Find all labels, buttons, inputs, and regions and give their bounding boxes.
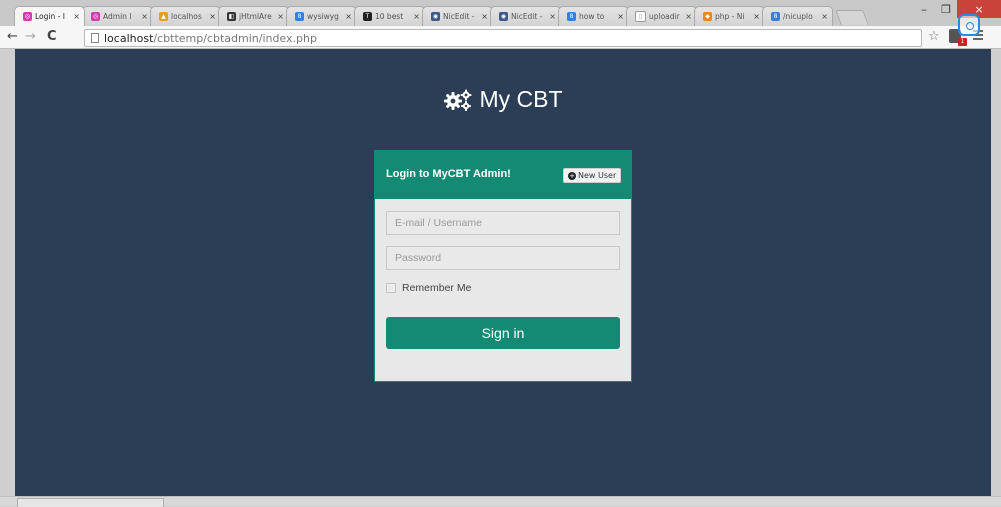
status-bar-segment [17,498,164,507]
tab-close-icon[interactable]: × [821,12,828,21]
tab-title: Login - I [35,12,65,21]
minimize-button[interactable]: – [913,0,935,18]
tab-close-icon[interactable]: × [617,12,624,21]
screenshot-tool-icon[interactable] [958,14,980,36]
tab-favicon-icon: 8 [567,12,576,21]
plus-circle-icon: + [568,171,576,180]
window-controls: – ❐ × [913,0,1001,20]
browser-tab[interactable]: 8 wysiwyg × [286,6,357,26]
tab-favicon-icon: 8 [295,12,304,21]
email-username-input[interactable] [386,211,620,235]
tab-title: localhos [171,12,202,21]
tab-title: 10 best [375,12,404,21]
url-path: /cbttemp/cbtadmin/index.php [153,31,317,45]
tab-title: /nicuplo [783,12,813,21]
tab-close-icon[interactable]: × [277,12,284,21]
browser-titlebar: ◎ Login - I × ◎ Admin I × ▲ localhos × ◧ jHtmlAre ×… [0,0,1001,26]
remember-me-label: Remember Me [402,282,472,294]
new-user-label: New User [578,171,617,180]
page-icon [91,33,99,43]
tab-strip: ◎ Login - I × ◎ Admin I × ▲ localhos × ◧ jHtmlAre ×… [14,6,869,26]
reload-button[interactable]: C [47,29,57,45]
remember-me[interactable]: Remember Me [386,282,471,294]
url-host: localhost [104,31,154,45]
restore-button[interactable]: ❐ [935,0,957,18]
tab-favicon-icon: ◉ [499,12,508,21]
tab-title: NicEdit - [443,12,475,21]
tab-title: jHtmlAre [239,12,272,21]
bookmark-star-icon[interactable]: ☆ [928,29,940,44]
login-title: Login to MyCBT Admin! [386,168,511,180]
window-frame-right [991,49,1001,496]
login-panel-header: Login to MyCBT Admin! + New User [375,151,631,199]
new-tab-button[interactable] [835,10,869,25]
tab-favicon-icon: T [363,12,372,21]
tab-close-icon[interactable]: × [481,12,488,21]
tab-favicon-icon: ◧ [227,12,236,21]
browser-tab[interactable]: ◎ Login - I × [14,6,85,26]
brand-title: My CBT [479,86,563,112]
browser-tab[interactable]: ◆ php - Ni × [694,6,765,26]
tab-favicon-icon: ▲ [159,12,168,21]
login-panel: Login to MyCBT Admin! + New User Remembe… [374,150,632,382]
browser-tab[interactable]: ◎ Admin I × [82,6,153,26]
browser-tab[interactable]: ◉ NicEdit - × [422,6,493,26]
tab-title: NicEdit - [511,12,543,21]
tab-favicon-icon: ▯ [635,11,646,22]
browser-tab[interactable]: 8/nicuplo × [762,6,833,26]
back-button[interactable]: ← [7,29,18,45]
browser-tab[interactable]: ◉ NicEdit - × [490,6,561,26]
tab-title: how to [579,12,605,21]
tab-close-icon[interactable]: × [345,12,352,21]
tab-favicon-icon: ◆ [703,12,712,21]
tab-favicon-icon: ◉ [431,12,440,21]
browser-tab[interactable]: ◧ jHtmlAre × [218,6,289,26]
page-content: My CBT Login to MyCBT Admin! + New User … [15,49,991,496]
brand-header: My CBT [15,86,991,113]
tab-close-icon[interactable]: × [413,12,420,21]
tab-title: php - Ni [715,12,745,21]
tab-close-icon[interactable]: × [209,12,216,21]
tab-close-icon[interactable]: × [141,12,148,21]
tab-title: wysiwyg [307,12,339,21]
tab-title: Admin I [103,12,132,21]
browser-tab[interactable]: ▯ uploadir × [626,6,697,26]
sign-in-button[interactable]: Sign in [386,317,620,349]
new-user-button[interactable]: + New User [563,168,622,183]
browser-tab[interactable]: 8 how to × [558,6,629,26]
forward-button[interactable]: → [25,29,36,45]
window-frame-left [0,49,15,496]
browser-tab[interactable]: T 10 best × [354,6,425,26]
tab-close-icon[interactable]: × [753,12,760,21]
tab-close-icon[interactable]: × [549,12,556,21]
tab-close-icon[interactable]: × [73,12,80,21]
tab-title: uploadir [649,12,680,21]
tab-favicon-icon: 8 [771,12,780,21]
browser-tab[interactable]: ▲ localhos × [150,6,221,26]
tab-favicon-icon: ◎ [91,12,100,21]
password-input[interactable] [386,246,620,270]
extension-badge: 1 [958,38,967,46]
tab-favicon-icon: ◎ [23,12,32,21]
gears-icon [444,89,472,111]
tab-close-icon[interactable]: × [685,12,692,21]
browser-toolbar: ← → C localhost/cbttemp/cbtadmin/index.p… [0,26,1001,49]
address-bar[interactable]: localhost/cbttemp/cbtadmin/index.php [84,29,922,47]
remember-me-checkbox[interactable] [386,283,396,293]
